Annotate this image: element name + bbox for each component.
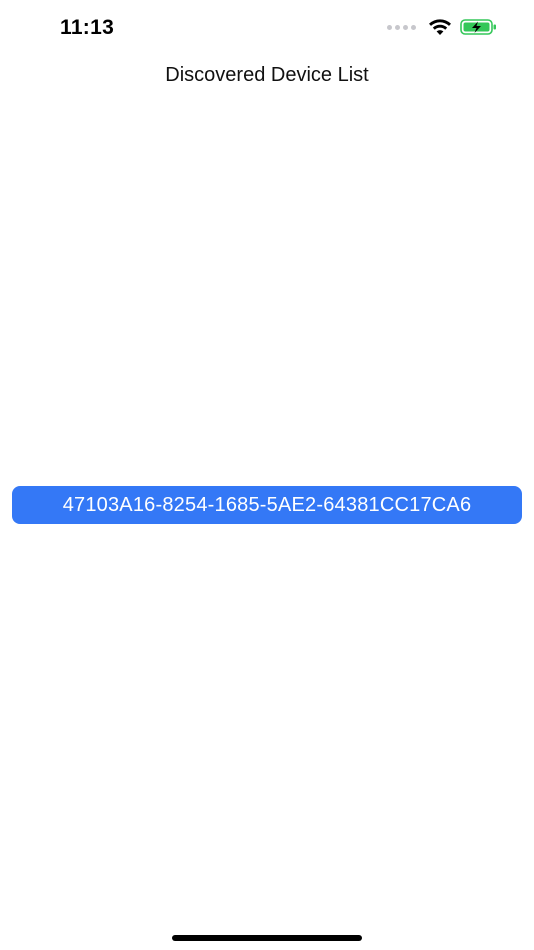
status-time: 11:13 (60, 16, 115, 39)
device-id-label: 47103A16-8254-1685-5AE2-64381CC17CA6 (62, 493, 472, 516)
page-title: Discovered Device List (165, 64, 369, 86)
status-bar: 11:13 (0, 0, 534, 58)
device-list-item[interactable]: 47103A16-8254-1685-5AE2-64381CC17CA6 (12, 486, 522, 524)
cellular-signal-icon (387, 24, 416, 30)
battery-charging-icon (460, 19, 496, 35)
status-icons (387, 18, 498, 36)
wifi-icon (429, 19, 451, 35)
home-indicator[interactable] (172, 935, 362, 941)
